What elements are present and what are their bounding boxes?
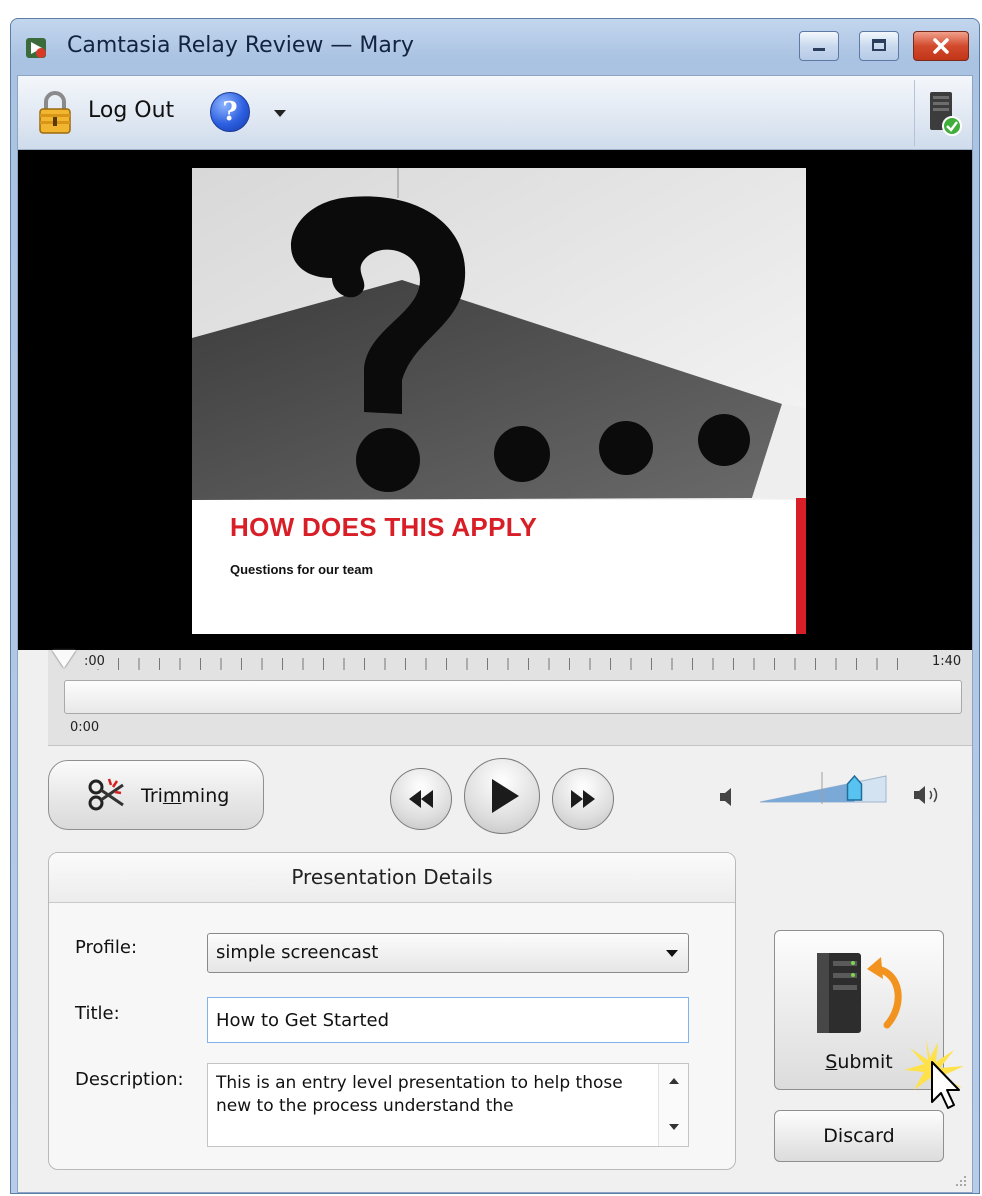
fast-forward-button[interactable] (552, 768, 614, 830)
dropdown-arrow-icon (666, 950, 678, 957)
trimming-button[interactable]: Trimming (48, 760, 264, 830)
timeline-end-label: 1:40 (932, 654, 962, 669)
slide-question-mark-image (192, 168, 806, 500)
resize-grip-icon[interactable] (954, 1174, 968, 1188)
toolbar-divider (914, 80, 915, 146)
minimize-button[interactable] (799, 31, 839, 61)
volume-low-icon (720, 788, 731, 806)
slide-accent-bar (796, 498, 806, 634)
title-input[interactable] (207, 997, 689, 1043)
app-window: Camtasia Relay Review — Mary Log Out ? H… (10, 18, 980, 1194)
chevron-down-icon[interactable] (274, 110, 286, 117)
close-button[interactable] (913, 31, 969, 61)
help-icon[interactable]: ? (210, 92, 250, 132)
fast-forward-icon (571, 790, 595, 808)
slide-subtitle: Questions for our team (230, 562, 374, 577)
volume-thumb[interactable] (846, 774, 863, 801)
profile-selected-value: simple screencast (216, 942, 379, 963)
description-scrollbar[interactable] (658, 1064, 688, 1146)
lock-icon[interactable] (36, 90, 74, 136)
server-status-icon[interactable] (926, 90, 962, 136)
scroll-down-icon[interactable] (669, 1124, 679, 1130)
presentation-details-panel: Presentation Details Profile: simple scr… (48, 852, 736, 1170)
panel-header: Presentation Details (49, 853, 735, 903)
window-title: Camtasia Relay Review — Mary (67, 33, 414, 58)
play-icon (492, 779, 519, 813)
server-upload-icon (817, 953, 902, 1033)
rewind-icon (409, 790, 433, 808)
client-area: Log Out ? HOW DOES THIS APPLY Questions … (17, 75, 973, 1193)
timeline-track[interactable] (64, 680, 962, 714)
current-time: 0:00 (70, 720, 100, 735)
description-label: Description: (75, 1069, 184, 1090)
discard-button[interactable]: Discard (774, 1110, 944, 1162)
volume-high-icon (914, 786, 938, 804)
presentation-slide: HOW DOES THIS APPLY Questions for our te… (192, 168, 806, 634)
timeline-ruler (97, 658, 898, 670)
restore-icon (872, 39, 886, 51)
trimming-label: Trimming (141, 785, 230, 807)
description-text: This is an entry level presentation to h… (216, 1073, 623, 1116)
mouse-cursor-icon (904, 1038, 964, 1109)
timeline[interactable]: :00 1:40 0:00 (48, 650, 972, 746)
profile-label: Profile: (75, 937, 138, 958)
playhead-handle[interactable] (52, 650, 76, 668)
maximize-button[interactable] (859, 31, 899, 61)
slide-title: HOW DOES THIS APPLY (230, 512, 538, 542)
description-textarea[interactable]: This is an entry level presentation to h… (207, 1063, 689, 1147)
volume-slider[interactable] (758, 770, 888, 806)
scissors-icon (88, 778, 124, 811)
logout-link[interactable]: Log Out (88, 98, 174, 123)
scroll-up-icon[interactable] (669, 1078, 679, 1084)
title-label: Title: (75, 1003, 120, 1024)
rewind-button[interactable] (390, 768, 452, 830)
close-icon (933, 38, 949, 54)
title-bar[interactable]: Camtasia Relay Review — Mary (11, 19, 979, 75)
camtasia-app-icon (26, 38, 46, 58)
minimize-icon (813, 48, 825, 51)
timeline-start-label: :00 (84, 654, 105, 669)
profile-dropdown[interactable]: simple screencast (207, 933, 689, 973)
toolbar: Log Out ? (18, 76, 972, 150)
video-preview[interactable]: HOW DOES THIS APPLY Questions for our te… (18, 150, 972, 650)
play-button[interactable] (464, 758, 540, 834)
